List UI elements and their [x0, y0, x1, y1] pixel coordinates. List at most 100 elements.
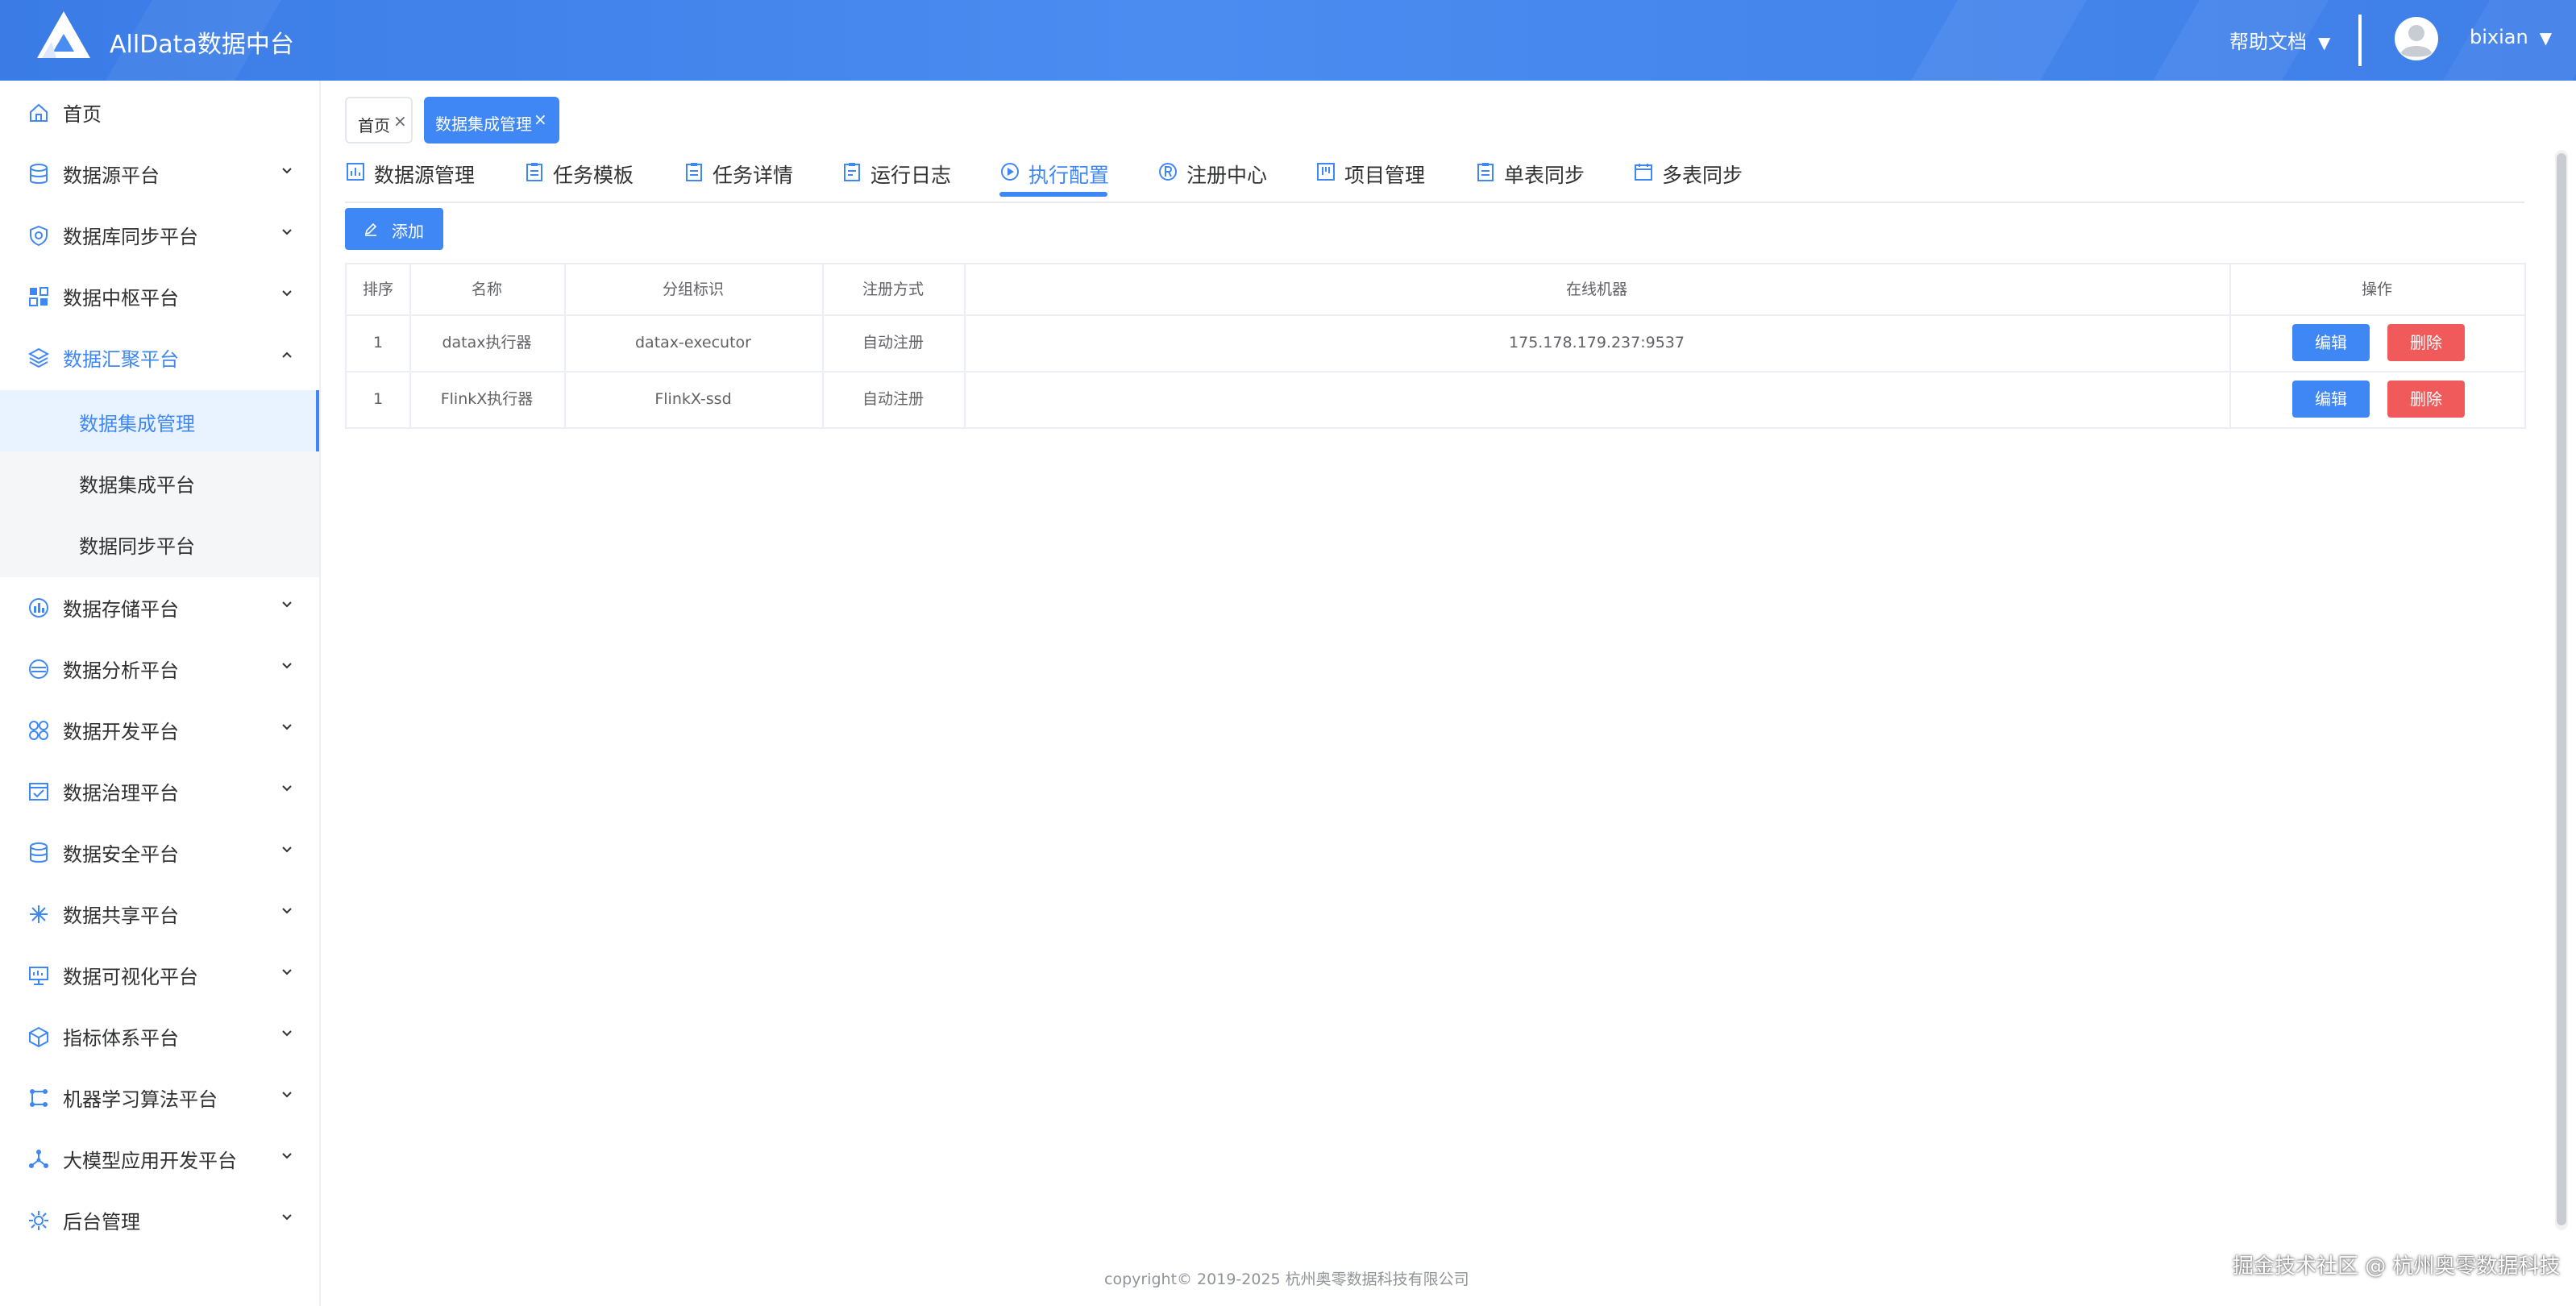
sidebar-subitem-label: 数据集成管理: [79, 413, 195, 435]
chevron-down-icon: [282, 1214, 292, 1221]
clipboard-icon: [1477, 163, 1494, 181]
sidebar-item-governance-platform[interactable]: 数据治理平台: [0, 759, 319, 821]
edit-button[interactable]: 编辑: [2292, 381, 2370, 418]
sidebar-item-label: 数据分析平台: [63, 659, 179, 682]
executor-table: 排序 名称 分组标识 注册方式 在线机器 操作 1 datax执行器 datax…: [345, 263, 2526, 429]
sidebar-item-label: 数据共享平台: [63, 905, 179, 927]
sidebar-item-ml-platform[interactable]: 机器学习算法平台: [0, 1066, 319, 1127]
header-divider: [2358, 15, 2362, 66]
header-decoration: [1901, 0, 2096, 81]
chevron-down-icon: [282, 724, 292, 730]
tag-home[interactable]: 首页 ×: [345, 97, 413, 143]
column-header-name[interactable]: 名称: [409, 264, 564, 314]
edit-button[interactable]: 编辑: [2292, 324, 2370, 361]
sidebar-item-label: 数据库同步平台: [63, 226, 198, 248]
sidebar-item-admin[interactable]: 后台管理: [0, 1188, 319, 1250]
dev-circles-icon: [29, 721, 48, 740]
sidebar-item-data-hub-platform[interactable]: 数据中枢平台: [0, 264, 319, 326]
column-header-group[interactable]: 分组标识: [564, 264, 822, 314]
watermark: 掘金技术社区 @ 杭州奥零数据科技: [2233, 1254, 2561, 1279]
sidebar-item-visualization-platform[interactable]: 数据可视化平台: [0, 943, 319, 1004]
sidebar-item-label: 数据可视化平台: [63, 966, 198, 988]
column-header-registration[interactable]: 注册方式: [822, 264, 964, 314]
sidebar-item-db-sync-platform[interactable]: 数据库同步平台: [0, 203, 319, 264]
user-avatar-icon[interactable]: [2394, 16, 2439, 61]
ml-nodes-icon: [30, 1089, 48, 1107]
column-header-order[interactable]: 排序: [347, 264, 409, 314]
user-name: bixian: [2470, 26, 2528, 48]
scrollbar-thumb[interactable]: [2557, 153, 2566, 1225]
sidebar-item-label: 数据汇聚平台: [63, 348, 179, 371]
sidebar-item-share-platform[interactable]: 数据共享平台: [0, 882, 319, 943]
tab-label: 单表同步: [1504, 164, 1585, 187]
tab-label: 任务模板: [553, 164, 634, 187]
alldata-logo[interactable]: [35, 10, 92, 60]
add-button-label: 添加: [392, 222, 424, 241]
sidebar: 首页 数据源平台 数据库同步平台 数据中枢平台 数据汇聚平台 数据集成管理 数据…: [0, 81, 321, 1306]
database-icon: [30, 164, 48, 184]
column-header-online-machines[interactable]: 在线机器: [964, 264, 2229, 314]
chevron-down-icon: [282, 601, 292, 608]
sidebar-subitem-integration-platform[interactable]: 数据集成平台: [0, 451, 319, 513]
sidebar-subitem-sync-platform[interactable]: 数据同步平台: [0, 513, 319, 574]
sidebar-item-security-platform[interactable]: 数据安全平台: [0, 821, 319, 882]
chevron-down-icon: [282, 663, 292, 669]
copyright-footer: copyright© 2019-2025 杭州奥零数据科技有限公司: [1104, 1271, 1469, 1288]
help-docs-label: 帮助文档: [2229, 31, 2307, 53]
sidebar-item-label: 数据源平台: [63, 164, 160, 187]
cell-group: datax-executor: [635, 334, 751, 351]
sidebar-item-label: 数据存储平台: [63, 598, 179, 621]
sidebar-item-analysis-platform[interactable]: 数据分析平台: [0, 637, 319, 698]
chevron-down-icon: [282, 846, 292, 853]
sidebar-subitem-integration-management[interactable]: 数据集成管理: [0, 390, 319, 451]
security-database-icon: [30, 842, 48, 863]
tab-label: 数据源管理: [374, 164, 476, 187]
tab-label: 注册中心: [1186, 164, 1268, 187]
sidebar-item-home[interactable]: 首页: [0, 81, 319, 142]
chevron-down-icon: [282, 168, 292, 174]
close-icon[interactable]: ×: [393, 111, 407, 131]
edit-pen-icon: [364, 223, 377, 236]
help-docs-dropdown[interactable]: 帮助文档 ▼: [2229, 26, 2330, 54]
cell-order: 1: [372, 390, 384, 408]
sidebar-item-label: 数据安全平台: [63, 843, 179, 866]
clipboard-icon: [686, 163, 702, 181]
tab-bar: 数据源管理 任务模板 任务详情 运行日志 执行配置 注册中心 项目管理 单表同步…: [345, 158, 2524, 203]
close-icon[interactable]: ×: [534, 110, 547, 129]
tag-integration-management[interactable]: 数据集成管理 ×: [424, 97, 559, 143]
add-button[interactable]: 添加: [345, 208, 443, 250]
cell-name: datax执行器: [442, 334, 532, 351]
sidebar-item-label: 指标体系平台: [63, 1027, 179, 1050]
sidebar-item-label: 数据中枢平台: [63, 287, 179, 310]
cell-order: 1: [372, 334, 384, 351]
storage-chart-icon: [29, 598, 48, 618]
kanban-icon: [1317, 163, 1335, 181]
sidebar-item-label: 首页: [63, 103, 102, 126]
delete-button[interactable]: 删除: [2387, 324, 2465, 361]
sidebar-item-metrics-platform[interactable]: 指标体系平台: [0, 1004, 319, 1066]
delete-button[interactable]: 删除: [2387, 381, 2465, 418]
registered-icon: [1159, 163, 1177, 181]
sidebar-subitem-label: 数据同步平台: [79, 535, 195, 558]
layers-icon: [27, 347, 50, 368]
chevron-down-icon: [282, 1092, 292, 1098]
caret-down-icon: ▼: [2539, 28, 2553, 48]
sidebar-item-dev-platform[interactable]: 数据开发平台: [0, 698, 319, 759]
play-circle-icon: [1001, 163, 1019, 181]
share-network-icon: [30, 905, 48, 923]
sidebar-item-data-aggregation-platform[interactable]: 数据汇聚平台: [0, 326, 319, 387]
sync-shield-icon: [30, 225, 48, 247]
cube-icon: [29, 1026, 48, 1048]
column-header-actions: 操作: [2361, 281, 2392, 298]
sidebar-item-storage-platform[interactable]: 数据存储平台: [0, 576, 319, 637]
sidebar-item-label: 机器学习算法平台: [63, 1088, 218, 1111]
user-menu[interactable]: bixian ▼: [2470, 26, 2552, 48]
sidebar-item-label: 数据开发平台: [63, 721, 179, 743]
analysis-icon: [29, 659, 48, 679]
hub-grid-icon: [29, 287, 48, 306]
top-header: AllData数据中台 帮助文档 ▼ bixian ▼: [0, 0, 2576, 81]
sidebar-item-label: 后台管理: [63, 1211, 140, 1233]
sidebar-item-llm-platform[interactable]: 大模型应用开发平台: [0, 1127, 319, 1188]
app-title[interactable]: AllData数据中台: [110, 24, 294, 60]
sidebar-item-datasource-platform[interactable]: 数据源平台: [0, 142, 319, 203]
